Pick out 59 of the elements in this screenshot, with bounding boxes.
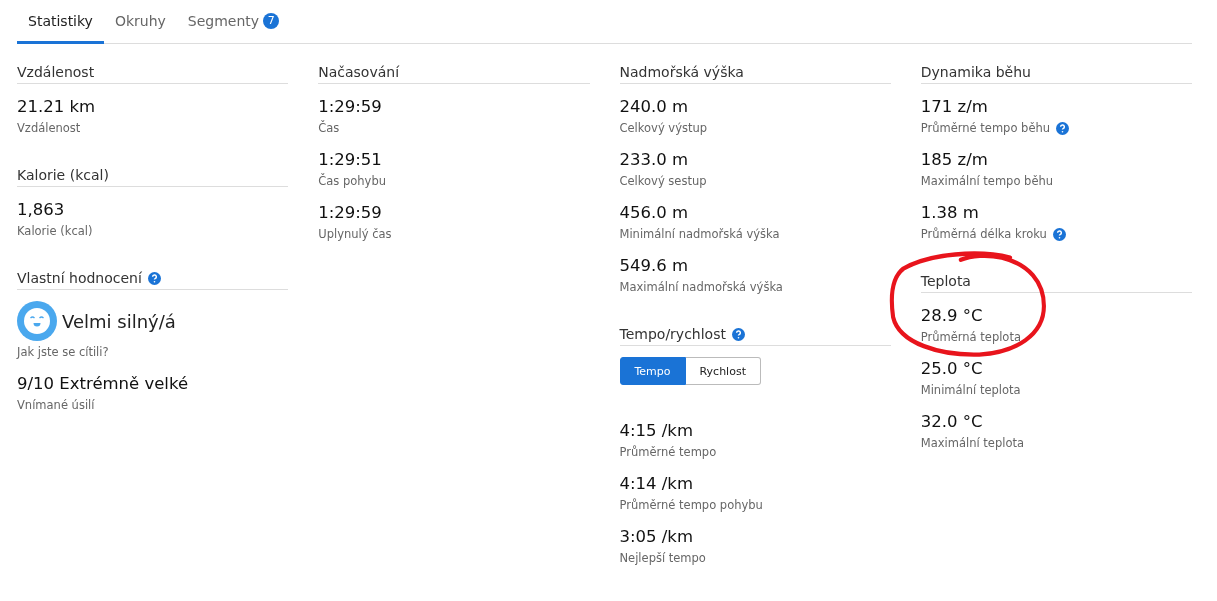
tab[interactable]: Okruhy (103, 0, 177, 44)
section-title: Dynamika běhu (920, 64, 1031, 80)
stat-value: 1,863 (17, 199, 66, 221)
stat-label: Vnímané úsilí (17, 397, 95, 414)
help-icon[interactable] (1052, 227, 1066, 241)
section-title: Vzdálenost (17, 64, 95, 80)
stat-label: Minimální nadmořská výška (619, 226, 780, 243)
section-title: Vlastní hodnocení (17, 270, 142, 286)
stat-value: 4:14 /km (619, 473, 694, 495)
stat-label: Celkový sestup (619, 173, 707, 190)
stat-value: 456.0 m (619, 202, 690, 224)
help-icon[interactable] (147, 271, 161, 285)
section-title: Kalorie (kcal) (17, 167, 109, 183)
stat-label: Maximální teplota (920, 435, 1024, 452)
stat-label: Průměrné tempo běhu (920, 120, 1051, 137)
stat-value: 185 z/m (920, 149, 989, 171)
stat-value: 4:15 /km (619, 420, 694, 442)
stat-value: 1.38 m (920, 202, 980, 224)
stat-label: Minimální teplota (920, 382, 1021, 399)
stat-label: Jak jste se cítili? (17, 344, 110, 361)
stat-value: 1:29:59 (318, 202, 383, 224)
smiley-icon (17, 301, 57, 341)
stat-value: 21.21 km (17, 96, 97, 118)
stat-label: Čas (318, 119, 340, 137)
section-title: Teplota (920, 273, 971, 289)
feeling-value: Velmi silný/á (62, 310, 176, 332)
stat-value: 25.0 °C (920, 358, 984, 380)
stat-label: Průměrná teplota (920, 329, 1021, 346)
stat-label: Nejlepší tempo (619, 550, 706, 567)
stat-value: 3:05 /km (619, 526, 694, 548)
section-title: Načasování (318, 64, 400, 80)
stat-label: Kalorie (kcal) (17, 223, 93, 240)
stat-label: Průměrná délka kroku (920, 226, 1047, 243)
stat-value: 9/10 Extrémně velké (17, 373, 190, 395)
stat-value: 549.6 m (619, 255, 690, 277)
stat-label: Vzdálenost (17, 120, 81, 137)
help-icon[interactable] (731, 327, 745, 341)
toggle-option[interactable]: Rychlost (685, 357, 761, 385)
stat-label: Čas pohybu (318, 172, 386, 190)
stat-label: Uplynulý čas (318, 226, 392, 243)
stat-value: 240.0 m (619, 96, 690, 118)
stat-label: Celkový výstup (619, 120, 708, 137)
stat-value: 28.9 °C (920, 305, 984, 327)
toggle-option[interactable]: Tempo (619, 357, 686, 385)
stat-label: Maximální tempo běhu (920, 173, 1054, 190)
count-badge: 7 (263, 12, 280, 29)
help-icon[interactable] (1056, 121, 1070, 135)
section-title: Nadmořská výška (619, 64, 744, 80)
section-title: Tempo/rychlost (619, 326, 726, 342)
stat-value: 1:29:59 (318, 96, 383, 118)
tab[interactable]: Statistiky (17, 0, 104, 44)
stat-value: 1:29:51 (318, 149, 383, 171)
stat-value: 171 z/m (920, 96, 989, 118)
stat-label: Průměrné tempo (619, 444, 717, 461)
stat-value: 233.0 m (619, 149, 690, 171)
tab[interactable]: Segmenty 7 (176, 0, 291, 44)
stat-value: 32.0 °C (920, 411, 984, 433)
stat-label: Průměrné tempo pohybu (619, 497, 763, 514)
stat-label: Maximální nadmořská výška (619, 279, 783, 296)
